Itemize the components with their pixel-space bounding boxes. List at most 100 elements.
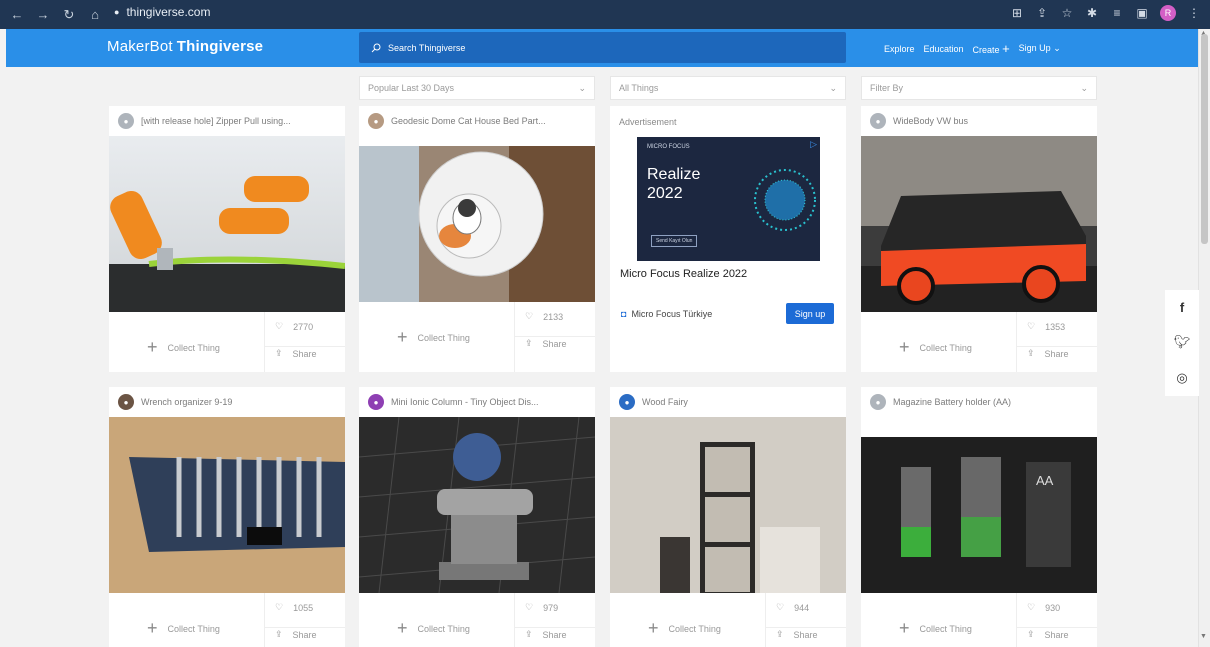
plus-icon: + — [648, 618, 659, 638]
user-avatar[interactable]: ● — [118, 394, 134, 410]
scroll-down-icon[interactable]: ▼ — [1200, 633, 1207, 640]
thing-image[interactable] — [109, 417, 345, 593]
like-button[interactable]: ♡ 930 — [1027, 602, 1060, 613]
collect-button[interactable]: + Collect Thing — [147, 337, 220, 358]
adchoices-icon[interactable]: ▷ — [810, 139, 817, 150]
share-button[interactable]: ⇪ Share — [1027, 629, 1069, 640]
address-bar[interactable]: ● thingiverse.com — [114, 5, 210, 19]
thing-title[interactable]: WideBody VW bus — [893, 116, 968, 126]
ad-headline-2: 2022 — [647, 185, 683, 202]
thing-image[interactable] — [359, 417, 595, 593]
user-avatar[interactable]: ● — [368, 113, 384, 129]
sort-dropdown[interactable]: Popular Last 30 Days ⌄ — [359, 76, 595, 100]
collect-label: Collect Thing — [167, 623, 220, 634]
plus-icon: + — [899, 337, 910, 357]
plus-icon: + — [899, 618, 910, 638]
nav-signup[interactable]: Sign Up ⌄ — [1019, 43, 1061, 54]
search-input[interactable]: Search Thingiverse — [359, 32, 846, 63]
share-button[interactable]: ⇪ Share — [275, 629, 317, 640]
thing-image[interactable]: AA — [861, 437, 1097, 593]
collect-button[interactable]: + Collect Thing — [899, 618, 972, 639]
nav-education[interactable]: Education — [924, 44, 964, 54]
nav-explore[interactable]: Explore — [884, 44, 915, 54]
share-button[interactable]: ⇪ Share — [275, 348, 317, 359]
thing-title[interactable]: Magazine Battery holder (AA) — [893, 397, 1011, 407]
thing-image[interactable] — [359, 146, 595, 302]
logo-name: Thingiverse — [176, 38, 264, 55]
profile-avatar[interactable]: R — [1160, 5, 1176, 21]
share-button[interactable]: ⇪ Share — [1027, 348, 1069, 359]
bookmark-star-icon[interactable]: ☆ — [1060, 6, 1074, 20]
home-icon[interactable]: ⌂ — [86, 6, 104, 24]
translate-icon[interactable]: ⊞ — [1010, 6, 1024, 20]
scrollbar-thumb[interactable] — [1201, 34, 1208, 244]
thing-card[interactable]: ● Magazine Battery holder (AA) AA + Collec… — [861, 387, 1097, 647]
thing-image[interactable] — [610, 417, 846, 593]
collect-button[interactable]: + Collect Thing — [899, 337, 972, 358]
thing-title[interactable]: Mini Ionic Column - Tiny Object Dis... — [391, 397, 539, 407]
share-icon: ⇪ — [525, 338, 533, 348]
user-avatar[interactable]: ● — [619, 394, 635, 410]
like-button[interactable]: ♡ 2133 — [525, 311, 563, 322]
nav-create[interactable]: Create + — [973, 41, 1010, 56]
extensions-icon[interactable]: ✱ — [1085, 6, 1099, 20]
advertisement-card[interactable]: Advertisement MICRO FOCUS Realize 2022 S… — [610, 106, 846, 372]
share-button[interactable]: ⇪ Share — [776, 629, 818, 640]
ad-headline-1: Realize — [647, 166, 701, 183]
sidepanel-icon[interactable]: ▣ — [1135, 6, 1149, 20]
collect-label: Collect Thing — [167, 342, 220, 353]
reload-icon[interactable]: ↻ — [60, 6, 78, 24]
thing-image[interactable] — [861, 136, 1097, 312]
like-button[interactable]: ♡ 2770 — [275, 321, 313, 332]
share-page-icon[interactable]: ⇪ — [1035, 6, 1049, 20]
thing-card[interactable]: ● WideBody VW bus + Collect Thing ♡ 1353 ⇪ S… — [861, 106, 1097, 372]
facebook-icon[interactable]: f — [1180, 300, 1184, 315]
thing-title[interactable]: Wrench organizer 9-19 — [141, 397, 232, 407]
user-avatar[interactable]: ● — [870, 113, 886, 129]
user-avatar[interactable]: ● — [118, 113, 134, 129]
whatsapp-icon[interactable]: ◎ — [1176, 370, 1187, 386]
thing-card[interactable]: ● Geodesic Dome Cat House Bed Part... + Co… — [359, 106, 595, 372]
collect-button[interactable]: + Collect Thing — [648, 618, 721, 639]
like-button[interactable]: ♡ 1353 — [1027, 321, 1065, 332]
collect-label: Collect Thing — [919, 623, 972, 634]
collect-button[interactable]: + Collect Thing — [397, 327, 470, 348]
share-button[interactable]: ⇪ Share — [525, 629, 567, 640]
share-button[interactable]: ⇪ Share — [525, 338, 567, 349]
like-button[interactable]: ♡ 1055 — [275, 602, 313, 613]
brand-logo-icon: ◘ — [621, 309, 627, 319]
site-logo[interactable]: MakerBot Thingiverse — [107, 38, 263, 55]
thing-card[interactable]: ● Wood Fairy + Collect Thing ♡ 944 ⇪ Share — [610, 387, 846, 647]
ad-brand: MICRO FOCUS — [647, 144, 690, 150]
page-scrollbar[interactable]: ▲ ▼ — [1198, 29, 1210, 647]
user-avatar[interactable]: ● — [870, 394, 886, 410]
thing-card[interactable]: ● Mini Ionic Column - Tiny Object Dis... … — [359, 387, 595, 647]
ad-title[interactable]: Micro Focus Realize 2022 — [620, 268, 747, 280]
back-icon[interactable]: ← — [8, 6, 26, 24]
filter-by-dropdown[interactable]: Filter By ⌄ — [861, 76, 1097, 100]
ad-banner[interactable]: MICRO FOCUS Realize 2022 Send Kayıt Olun… — [637, 137, 820, 261]
thing-image[interactable] — [109, 136, 345, 312]
like-button[interactable]: ♡ 979 — [525, 602, 558, 613]
user-avatar[interactable]: ● — [368, 394, 384, 410]
thing-card[interactable]: ● Wrench organizer 9-19 + Collect Thing ♡ 1… — [109, 387, 345, 647]
share-label: Share — [292, 629, 317, 640]
thing-title[interactable]: Wood Fairy — [642, 397, 688, 407]
collect-button[interactable]: + Collect Thing — [397, 618, 470, 639]
search-icon — [371, 43, 381, 52]
ad-cta-small: Send Kayıt Olun — [651, 235, 698, 247]
menu-kebab-icon[interactable]: ⋮ — [1187, 6, 1201, 20]
forward-icon[interactable]: → — [34, 6, 52, 24]
thing-card[interactable]: ● [with release hole] Zipper Pull using..… — [109, 106, 345, 372]
thing-title[interactable]: Geodesic Dome Cat House Bed Part... — [391, 116, 546, 126]
reading-list-icon[interactable]: ≡ — [1110, 6, 1124, 20]
collect-button[interactable]: + Collect Thing — [147, 618, 220, 639]
lock-icon: ● — [114, 7, 120, 17]
twitter-icon[interactable]: 🐦︎ — [1174, 334, 1191, 350]
like-button[interactable]: ♡ 944 — [776, 602, 809, 613]
thing-title[interactable]: [with release hole] Zipper Pull using... — [141, 116, 291, 126]
ad-signup-button[interactable]: Sign up — [786, 303, 834, 324]
ad-source: ◘ Micro Focus Türkiye — [621, 309, 712, 319]
sort-label: Popular Last 30 Days — [368, 83, 455, 93]
type-dropdown[interactable]: All Things ⌄ — [610, 76, 846, 100]
